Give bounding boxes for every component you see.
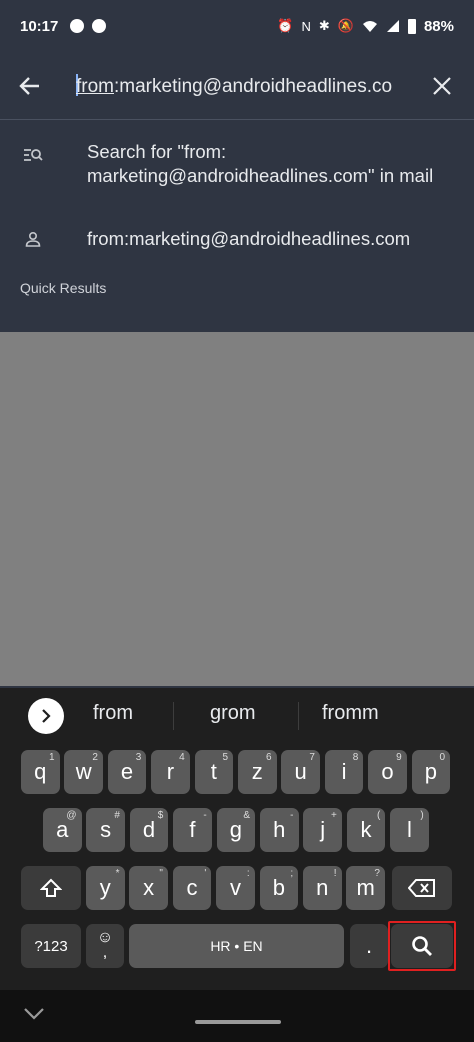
search-input[interactable]: from:marketing@androidheadlines.co (60, 73, 410, 98)
search-bar: from:marketing@androidheadlines.co (0, 52, 474, 120)
key-w[interactable]: w2 (64, 750, 103, 794)
word-suggestion[interactable]: fromm (322, 702, 379, 725)
key-y[interactable]: y * (86, 866, 125, 910)
key-t[interactable]: t5 (194, 750, 234, 794)
shift-icon (40, 878, 62, 897)
person-icon (0, 231, 87, 247)
key-m[interactable]: m? (346, 866, 385, 910)
divider (173, 702, 174, 730)
status-icons: ⏰ N ✱ 🔕 88% (277, 18, 454, 35)
word-suggestion[interactable]: grom (210, 702, 256, 725)
key-e[interactable]: e3 (107, 750, 147, 794)
key-x[interactable]: x " (129, 866, 168, 910)
key-z[interactable]: z6 (238, 750, 277, 794)
alarm-icon: ⏰ (277, 18, 294, 33)
key-n[interactable]: n! (303, 866, 342, 910)
key-l[interactable]: l) (390, 808, 429, 852)
key-s[interactable]: s # (86, 808, 125, 852)
word-suggestion[interactable]: from (93, 702, 133, 725)
shift-key[interactable] (21, 866, 81, 910)
key-h[interactable]: h- (260, 808, 299, 852)
wifi-icon (362, 21, 377, 32)
backspace-key[interactable] (392, 866, 452, 910)
battery-percent: 88% (423, 17, 454, 35)
quick-results-label: Quick Results (20, 280, 107, 296)
keyboard-suggestion-strip: from grom fromm (0, 688, 474, 744)
divider (298, 702, 299, 730)
key-g[interactable]: g & (216, 808, 256, 852)
key-p[interactable]: p0 (411, 750, 451, 794)
query-composing-word: from (76, 75, 114, 97)
back-button[interactable] (0, 56, 60, 116)
key-d[interactable]: d $ (129, 808, 169, 852)
search-in-mail-icon (0, 140, 87, 162)
key-c[interactable]: c ' (172, 866, 212, 910)
navigation-bar (0, 990, 474, 1042)
key-v[interactable]: v: (216, 866, 255, 910)
key-f[interactable]: f- (173, 808, 212, 852)
chevron-right-icon (42, 709, 51, 723)
space-key[interactable]: HR • EN (129, 924, 344, 968)
messenger-icon (70, 19, 85, 33)
hide-keyboard-icon[interactable] (22, 1006, 46, 1020)
search-icon (412, 936, 432, 956)
key-u[interactable]: u7 (281, 750, 320, 794)
suggestion-text: Search for "from: marketing@androidheadl… (87, 141, 434, 186)
key-k[interactable]: k( (346, 808, 386, 852)
key-r[interactable]: r4 (151, 750, 190, 794)
status-time: 10:17 (20, 17, 59, 35)
key-o[interactable]: o9 (368, 750, 407, 794)
search-panel: from:marketing@androidheadlines.co Searc… (0, 52, 474, 332)
clear-button[interactable] (410, 56, 474, 116)
suggestion-search-in-mail[interactable]: Search for "from: marketing@androidheadl… (0, 120, 474, 212)
suggestion-contact[interactable]: from:marketing@androidheadlines.com (0, 212, 474, 266)
dimmed-content-overlay[interactable] (0, 332, 474, 686)
comma-label: , (102, 944, 108, 961)
query-rest: :marketing@androidheadlines.co (114, 75, 393, 97)
keyboard: from grom fromm q 1 w 2 e 3 r 4 t 5 z 6 u 7 i 8 o 9 p 0 a @ s #… (0, 688, 474, 990)
keyboard-menu-button[interactable] (28, 698, 64, 734)
arrow-back-icon (19, 76, 39, 95)
signal-icon (386, 20, 399, 32)
close-icon (433, 76, 451, 95)
key-a[interactable]: a @ (43, 808, 82, 852)
backspace-icon (408, 879, 435, 897)
messenger-icon (92, 19, 107, 33)
key-q[interactable]: q1 (21, 750, 60, 794)
bluetooth-icon: ✱ (318, 18, 330, 33)
key-j[interactable]: j + (303, 808, 342, 852)
suggestion-text: from:marketing@androidheadlines.com (87, 228, 411, 249)
key-i[interactable]: i8 (324, 750, 364, 794)
battery-icon (407, 18, 416, 34)
status-bar: 10:17 ⏰ N ✱ 🔕 88% (0, 0, 474, 52)
search-key[interactable] (388, 921, 456, 971)
key-b[interactable]: b; (259, 866, 299, 910)
mute-icon: 🔕 (337, 18, 354, 33)
nfc-icon: N (301, 18, 311, 34)
emoji-key[interactable]: ☺, (86, 924, 124, 968)
symbols-key[interactable]: ?123 (21, 924, 81, 968)
home-gesture-pill[interactable] (195, 1020, 281, 1024)
period-key[interactable]: . (350, 924, 388, 968)
